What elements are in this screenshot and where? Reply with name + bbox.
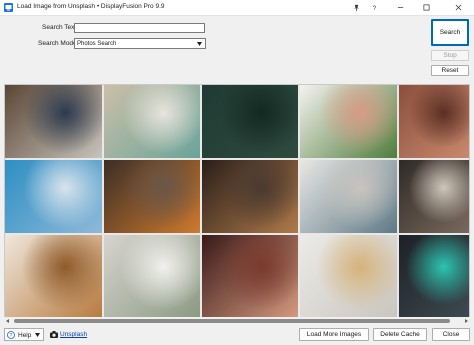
search-mode-label: Search Mode:: [38, 40, 79, 47]
svg-text:?: ?: [9, 333, 12, 339]
minimize-icon: [397, 7, 403, 8]
thumbnail-aerial-beach-waves[interactable]: [104, 85, 200, 158]
thumbnail-city-street-night[interactable]: [202, 160, 298, 233]
help-label: Help: [18, 331, 32, 339]
displayfusion-app-icon: [4, 3, 13, 12]
thumbnail-pink-fabric-abstract[interactable]: [399, 85, 469, 158]
close-window-button[interactable]: [452, 0, 464, 15]
search-button[interactable]: Search: [431, 19, 469, 46]
load-more-images-button[interactable]: Load More Images: [299, 328, 369, 341]
search-mode-value: Photos Search: [77, 40, 117, 47]
maximize-button[interactable]: [420, 0, 432, 15]
close-icon: [455, 4, 461, 11]
delete-cache-button[interactable]: Delete Cache: [373, 328, 427, 341]
title-bar: Load Image from Unsplash • DisplayFusion…: [0, 0, 474, 16]
thumbnail-aerial-forest-road[interactable]: [202, 85, 298, 158]
help-circle-icon: ?: [7, 331, 15, 339]
search-mode-select[interactable]: Photos Search: [74, 38, 206, 49]
unsplash-link[interactable]: Unsplash: [60, 331, 87, 338]
close-button[interactable]: Close: [432, 328, 470, 341]
minimize-button[interactable]: [394, 0, 406, 15]
thumbnail-woman-with-coffee[interactable]: [399, 160, 469, 233]
thumbnail-plant-in-pink-pot[interactable]: [300, 85, 397, 158]
window-title: Load Image from Unsplash • DisplayFusion…: [17, 3, 165, 10]
thumbnail-smartwatch-dark[interactable]: [399, 235, 469, 317]
thumbnail-laptop-on-wooden-desk[interactable]: [5, 85, 102, 158]
help-title-button[interactable]: ?: [368, 0, 380, 15]
thumbnail-surface-laptop-desk[interactable]: [300, 160, 397, 233]
chevron-down-icon: [197, 42, 202, 46]
search-text-input[interactable]: [74, 23, 205, 33]
thumbnail-laptop-with-plants[interactable]: [104, 235, 200, 317]
scroll-right-icon[interactable]: [463, 318, 469, 324]
svg-text:?: ?: [372, 5, 376, 11]
thumbnail-cookies-on-table[interactable]: [5, 235, 102, 317]
search-text-label: Search Text:: [42, 24, 79, 31]
pin-icon: [353, 4, 359, 11]
thumbnail-bright-bedroom[interactable]: [300, 235, 397, 317]
maximize-icon: [423, 4, 429, 11]
thumbnail-couple-portrait[interactable]: [202, 235, 298, 317]
thumbnail-blue-tiled-house[interactable]: [5, 160, 102, 233]
reset-button[interactable]: Reset: [431, 65, 469, 76]
scroll-left-icon[interactable]: [5, 318, 11, 324]
chevron-down-icon: [35, 333, 40, 337]
scrollbar-thumb[interactable]: [14, 319, 450, 323]
help-dropdown-button[interactable]: ? Help: [4, 328, 44, 341]
pin-button[interactable]: [350, 0, 362, 15]
help-icon: ?: [372, 5, 376, 11]
horizontal-scrollbar[interactable]: [4, 317, 470, 325]
stop-button[interactable]: Stop: [431, 50, 469, 61]
image-gallery[interactable]: [4, 84, 470, 318]
thumbnail-orange-chair-shadow[interactable]: [104, 160, 200, 233]
camera-icon: [50, 331, 58, 338]
